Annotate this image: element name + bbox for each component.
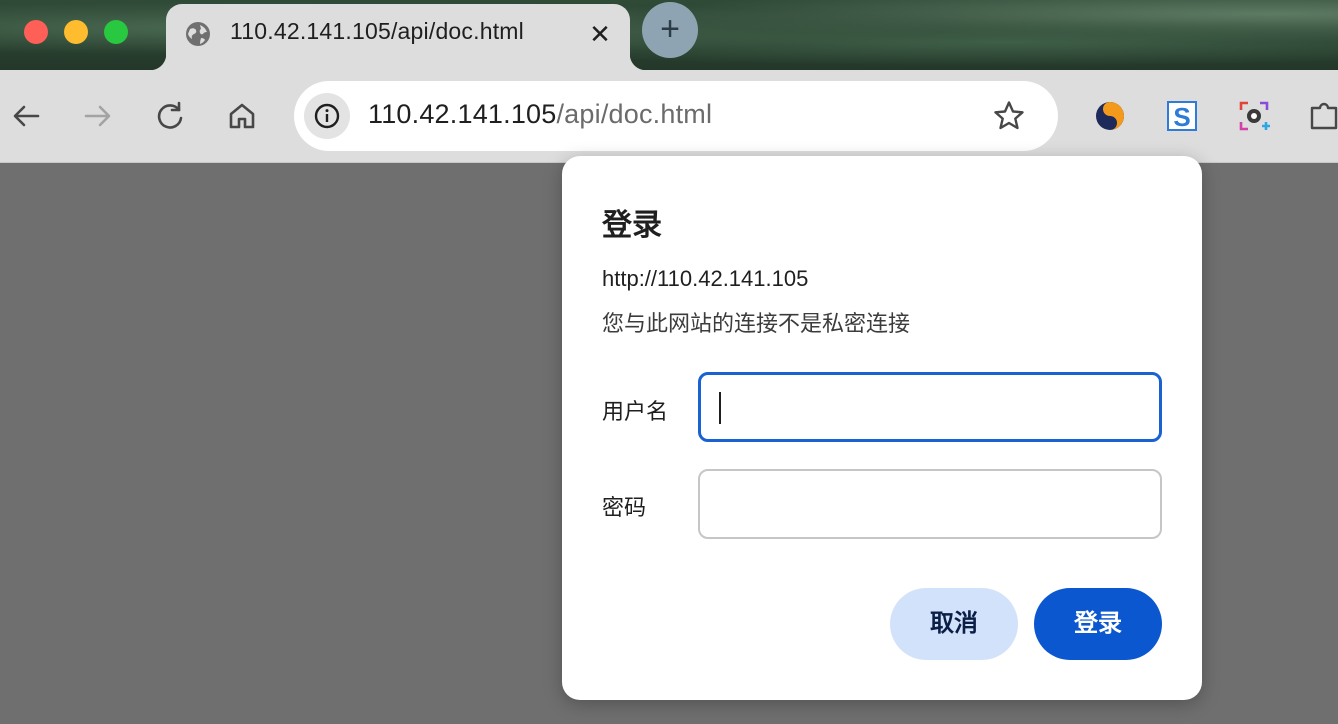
home-icon[interactable]: [224, 98, 260, 134]
tab-title: 110.42.141.105/api/doc.html: [230, 18, 524, 44]
new-tab-button[interactable]: +: [642, 2, 698, 58]
dialog-title: 登录: [602, 209, 662, 242]
url-text[interactable]: 110.42.141.105/api/doc.html: [368, 99, 712, 130]
reload-icon[interactable]: [152, 98, 188, 134]
forward-arrow-icon[interactable]: [80, 98, 116, 134]
login-button[interactable]: 登录: [1034, 588, 1162, 660]
minimize-window-button[interactable]: [64, 20, 88, 44]
url-host: 110.42.141.105: [368, 99, 557, 129]
browser-toolbar: 110.42.141.105/api/doc.html S: [0, 70, 1338, 163]
extension-camera-icon[interactable]: [1236, 98, 1272, 134]
tab-close-icon[interactable]: ✕: [584, 18, 616, 50]
close-window-button[interactable]: [24, 20, 48, 44]
star-icon[interactable]: [992, 99, 1026, 133]
username-label: 用户名: [602, 399, 669, 424]
dialog-origin: http://110.42.141.105: [602, 266, 809, 291]
extension-s-icon[interactable]: S: [1164, 98, 1200, 134]
text-caret: [719, 392, 721, 424]
connection-warning: 您与此网站的连接不是私密连接: [602, 311, 911, 336]
cancel-button[interactable]: 取消: [890, 588, 1018, 660]
back-arrow-icon[interactable]: [8, 98, 44, 134]
zoom-window-button[interactable]: [104, 20, 128, 44]
globe-icon: [184, 20, 212, 48]
login-dialog: 登录 http://110.42.141.105 您与此网站的连接不是私密连接 …: [562, 156, 1202, 700]
svg-text:S: S: [1173, 102, 1190, 132]
info-icon[interactable]: [304, 93, 350, 139]
address-bar[interactable]: 110.42.141.105/api/doc.html: [294, 81, 1058, 151]
password-field[interactable]: [698, 469, 1162, 539]
extension-puzzle-icon[interactable]: [1306, 98, 1338, 134]
extension-swirl-icon[interactable]: [1092, 98, 1128, 134]
password-label: 密码: [602, 495, 647, 520]
browser-tab[interactable]: 110.42.141.105/api/doc.html ✕: [150, 4, 646, 70]
url-path: /api/doc.html: [556, 99, 713, 129]
username-field[interactable]: [698, 372, 1162, 442]
tab-strip: 110.42.141.105/api/doc.html ✕ +: [0, 0, 1338, 70]
